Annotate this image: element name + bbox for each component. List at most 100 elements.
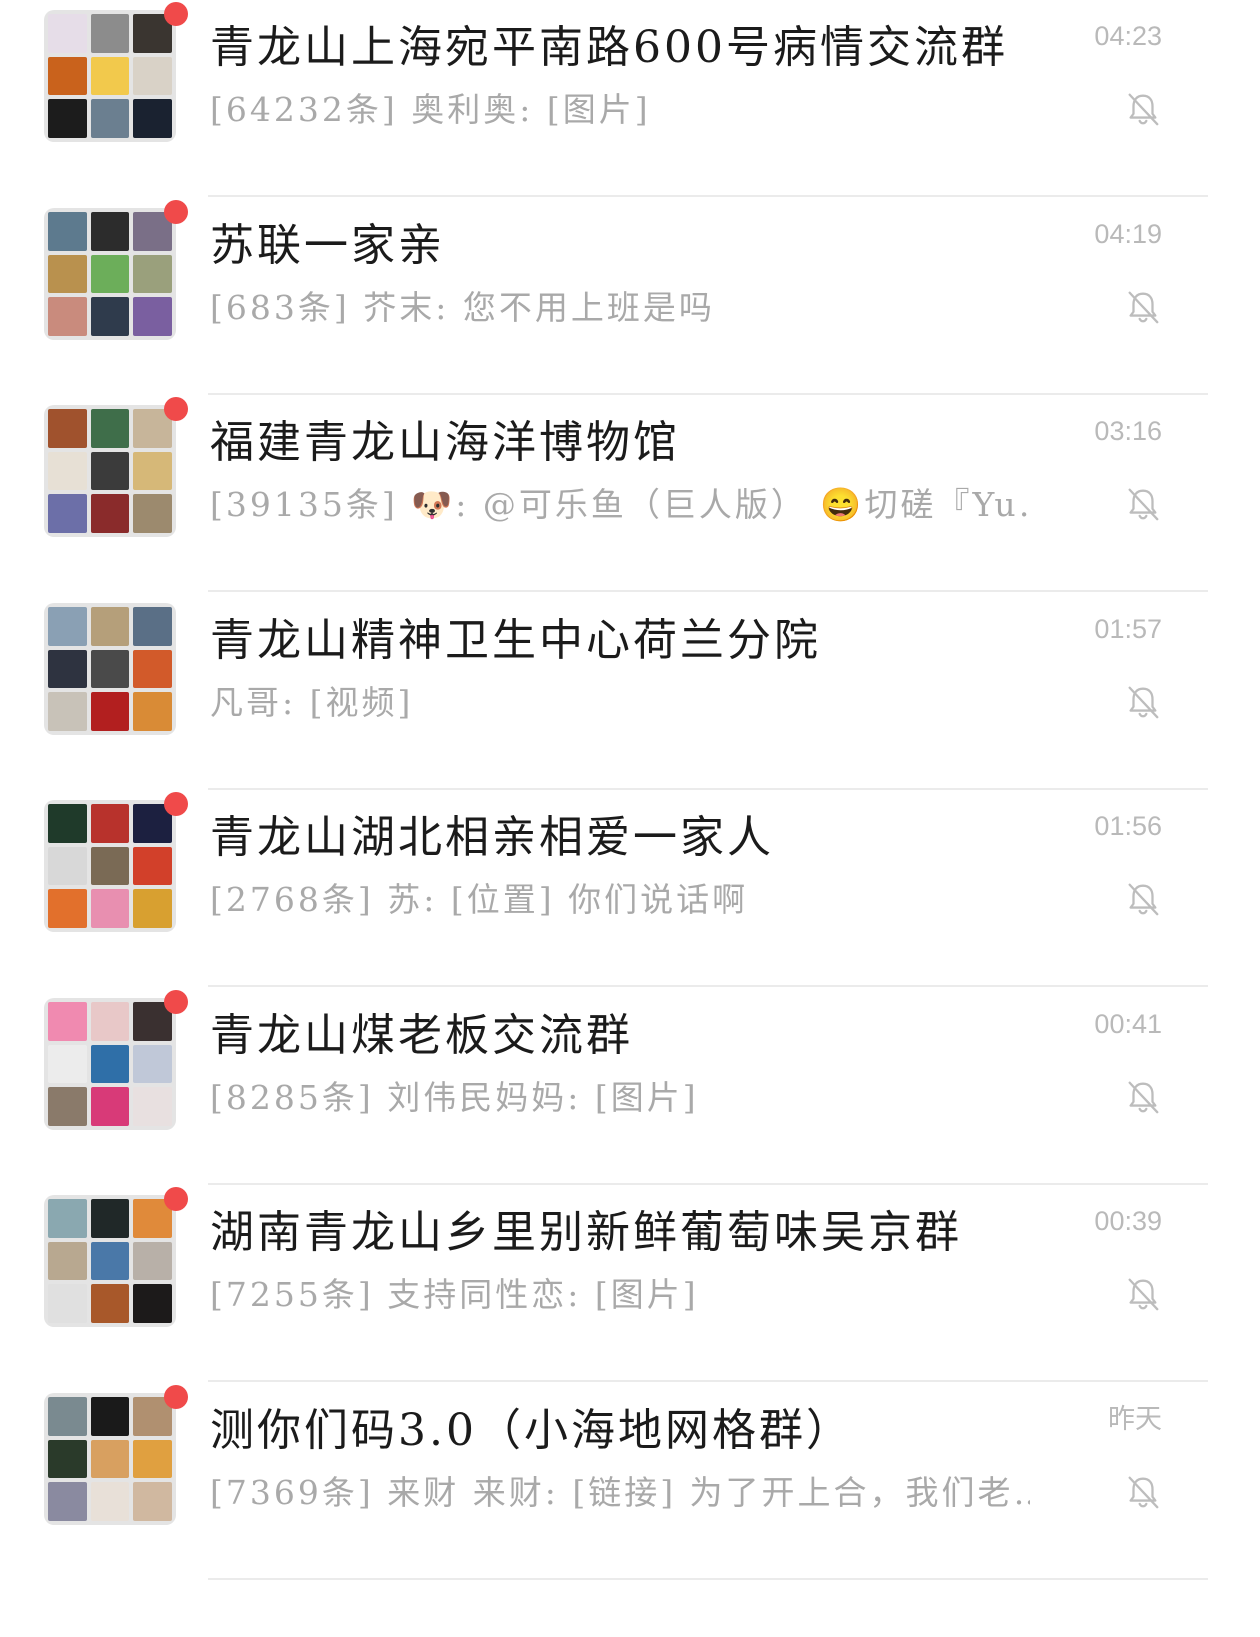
avatar-tile bbox=[90, 804, 130, 843]
message-preview: 凡哥: [视频] bbox=[210, 683, 414, 722]
avatar-tile bbox=[48, 607, 87, 646]
avatar-tile bbox=[133, 297, 172, 336]
avatar-tile bbox=[90, 607, 130, 646]
avatar-tile bbox=[133, 889, 172, 928]
avatar-tile bbox=[133, 1087, 172, 1126]
avatar-tile bbox=[133, 692, 172, 731]
avatar-tile bbox=[90, 1439, 130, 1479]
avatar-tile bbox=[133, 1044, 172, 1084]
avatar-tile bbox=[90, 212, 130, 251]
unread-dot bbox=[164, 200, 188, 224]
avatar-tile bbox=[48, 254, 87, 294]
avatar-tile bbox=[133, 56, 172, 96]
chat-list-item[interactable]: 苏联一家亲 [683条] 芥末: 您不用上班是吗 04:19 bbox=[0, 198, 1260, 395]
group-avatar bbox=[44, 1195, 176, 1327]
group-avatar bbox=[44, 800, 176, 932]
avatar-tile bbox=[48, 1284, 87, 1323]
avatar-tile bbox=[90, 297, 130, 336]
chat-list-item[interactable]: 青龙山煤老板交流群 [8285条] 刘伟民妈妈: [图片] 00:41 bbox=[0, 988, 1260, 1185]
bell-off-icon bbox=[1124, 485, 1162, 523]
avatar-tile bbox=[133, 1284, 172, 1323]
avatar-tile bbox=[133, 846, 172, 886]
chat-name: 青龙山上海宛平南路600号病情交流群 bbox=[210, 22, 1008, 73]
avatar-tile bbox=[133, 1482, 172, 1521]
avatar-tile bbox=[90, 1044, 130, 1084]
avatar-tile bbox=[133, 1241, 172, 1281]
avatar-tile bbox=[48, 99, 87, 138]
chat-list-item[interactable]: 福建青龙山海洋博物馆 [39135条] 🐶: @可乐鱼（巨人版） 😄切磋『Yu… 0… bbox=[0, 395, 1260, 592]
avatar-tile bbox=[90, 1199, 130, 1238]
chat-name: 湖南青龙山乡里别新鲜葡萄味吴京群 bbox=[210, 1207, 962, 1258]
avatar-tile bbox=[133, 99, 172, 138]
avatar-tile bbox=[48, 1482, 87, 1521]
bell-off-icon bbox=[1124, 1275, 1162, 1313]
avatar-tile bbox=[48, 692, 87, 731]
avatar-tile bbox=[90, 99, 130, 138]
avatar-tile bbox=[90, 56, 130, 96]
avatar-tile bbox=[48, 451, 87, 491]
avatar-tile bbox=[48, 846, 87, 886]
message-preview: [39135条] 🐶: @可乐鱼（巨人版） 😄切磋『Yu… bbox=[210, 485, 1030, 524]
chat-name: 福建青龙山海洋博物馆 bbox=[210, 417, 680, 468]
chat-timestamp: 昨天 bbox=[1108, 1404, 1162, 1434]
avatar-tile bbox=[90, 1087, 130, 1126]
message-preview: [64232条] 奥利奥: [图片] bbox=[210, 90, 651, 129]
avatar-tile bbox=[48, 297, 87, 336]
avatar-tile bbox=[133, 649, 172, 689]
chat-list-item[interactable]: 测你们码3.0（小海地网格群） [7369条] 来财 来财: [链接] 为了开上合… bbox=[0, 1383, 1260, 1580]
avatar-tile bbox=[90, 846, 130, 886]
chat-timestamp: 00:39 bbox=[1094, 1206, 1162, 1236]
chat-timestamp: 04:19 bbox=[1094, 219, 1162, 249]
avatar-tile bbox=[133, 254, 172, 294]
chat-timestamp: 01:57 bbox=[1094, 614, 1162, 644]
group-avatar bbox=[44, 1393, 176, 1525]
unread-dot bbox=[164, 1187, 188, 1211]
avatar-tile bbox=[48, 1044, 87, 1084]
row-divider bbox=[208, 985, 1208, 987]
avatar-tile bbox=[48, 1002, 87, 1041]
message-preview: [683条] 芥末: 您不用上班是吗 bbox=[210, 288, 715, 327]
avatar-tile bbox=[90, 889, 130, 928]
row-divider bbox=[208, 590, 1208, 592]
chat-list-item[interactable]: 青龙山上海宛平南路600号病情交流群 [64232条] 奥利奥: [图片] 04:2… bbox=[0, 0, 1260, 197]
chat-name: 青龙山煤老板交流群 bbox=[210, 1010, 633, 1061]
avatar-tile bbox=[48, 56, 87, 96]
unread-dot bbox=[164, 990, 188, 1014]
row-divider bbox=[208, 195, 1208, 197]
message-preview: [7255条] 支持同性恋: [图片] bbox=[210, 1275, 699, 1314]
avatar-tile bbox=[48, 889, 87, 928]
message-preview: [8285条] 刘伟民妈妈: [图片] bbox=[210, 1078, 699, 1117]
avatar-tile bbox=[48, 804, 87, 843]
chat-timestamp: 03:16 bbox=[1094, 416, 1162, 446]
row-divider bbox=[208, 1380, 1208, 1382]
avatar-tile bbox=[90, 494, 130, 533]
avatar-tile bbox=[90, 1002, 130, 1041]
group-avatar bbox=[44, 603, 176, 735]
bell-off-icon bbox=[1124, 683, 1162, 721]
avatar-tile bbox=[133, 607, 172, 646]
message-preview: [7369条] 来财 来财: [链接] 为了开上合，我们老… bbox=[210, 1473, 1030, 1512]
group-avatar bbox=[44, 998, 176, 1130]
group-avatar bbox=[44, 405, 176, 537]
avatar-tile bbox=[48, 494, 87, 533]
chat-list-item[interactable]: 青龙山湖北相亲相爱一家人 [2768条] 苏: [位置] 你们说话啊 01:56 bbox=[0, 790, 1260, 987]
chat-timestamp: 01:56 bbox=[1094, 811, 1162, 841]
avatar-tile bbox=[133, 451, 172, 491]
avatar-tile bbox=[48, 1397, 87, 1436]
avatar-tile bbox=[90, 1241, 130, 1281]
chat-list-item[interactable]: 青龙山精神卫生中心荷兰分院 凡哥: [视频] 01:57 bbox=[0, 593, 1260, 790]
avatar-tile bbox=[90, 1482, 130, 1521]
avatar-tile bbox=[48, 409, 87, 448]
avatar-tile bbox=[90, 254, 130, 294]
bell-off-icon bbox=[1124, 90, 1162, 128]
chat-list-item[interactable]: 湖南青龙山乡里别新鲜葡萄味吴京群 [7255条] 支持同性恋: [图片] 00:39 bbox=[0, 1185, 1260, 1382]
bell-off-icon bbox=[1124, 1078, 1162, 1116]
avatar-tile bbox=[90, 451, 130, 491]
chat-name: 青龙山湖北相亲相爱一家人 bbox=[210, 812, 774, 863]
avatar-tile bbox=[48, 1199, 87, 1238]
group-avatar bbox=[44, 208, 176, 340]
unread-dot bbox=[164, 397, 188, 421]
avatar-tile bbox=[48, 1087, 87, 1126]
avatar-tile bbox=[48, 1439, 87, 1479]
avatar-tile bbox=[90, 649, 130, 689]
